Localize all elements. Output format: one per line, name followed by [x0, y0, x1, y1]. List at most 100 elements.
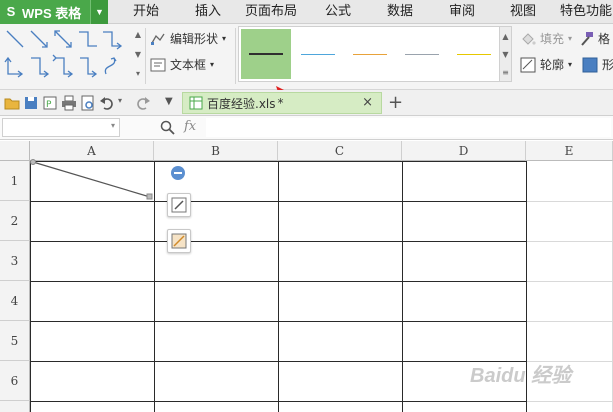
- fill-button[interactable]: 填充 ▾: [520, 30, 572, 47]
- row-header-6[interactable]: 6: [0, 361, 30, 401]
- format-painter-button[interactable]: 格: [578, 30, 610, 47]
- line-sample: [249, 53, 283, 55]
- row-header-5[interactable]: 5: [0, 321, 30, 361]
- open-folder-icon[interactable]: [4, 95, 20, 111]
- caret-up-icon[interactable]: ▲: [502, 32, 508, 41]
- line-style-swatch[interactable]: [449, 29, 499, 79]
- caret-up-icon[interactable]: ▲: [135, 30, 141, 39]
- dropdown-caret-icon: ▾: [568, 60, 573, 69]
- caret-down-icon[interactable]: ▼: [502, 50, 508, 59]
- column-header-e[interactable]: E: [526, 141, 613, 161]
- collapse-toolbar-icon[interactable]: [170, 165, 186, 181]
- name-box[interactable]: ▾: [2, 118, 120, 137]
- save-as-icon[interactable]: P: [42, 95, 58, 111]
- menu-bar: S WPS 表格 ▼ 开始 插入 页面布局 公式 数据 审阅 视图 特色功能: [0, 0, 613, 24]
- column-header-a[interactable]: A: [30, 141, 154, 161]
- row-header-7[interactable]: [0, 401, 30, 412]
- outline-pen-icon: [171, 197, 187, 213]
- close-tab-icon[interactable]: ×: [362, 95, 373, 110]
- line-style-swatch[interactable]: [293, 29, 343, 79]
- save-icon[interactable]: [23, 95, 39, 111]
- shape-outline-quick-button[interactable]: [167, 193, 191, 217]
- quick-access-dropdown-icon[interactable]: ▼: [165, 96, 173, 107]
- row-header-4[interactable]: 4: [0, 281, 30, 321]
- tab-file-name: 百度经验.xls: [207, 96, 276, 111]
- connector-gallery: [4, 28, 130, 80]
- zoom-search-icon[interactable]: [160, 120, 176, 136]
- select-all-corner[interactable]: [0, 141, 30, 161]
- formula-input[interactable]: [206, 118, 611, 137]
- diagonal-line-shape[interactable]: [30, 159, 158, 201]
- menu-insert[interactable]: 插入: [188, 0, 228, 24]
- undo-dropdown-icon[interactable]: ▾: [118, 96, 122, 105]
- table-border: [30, 281, 527, 282]
- menu-special-features[interactable]: 特色功能: [560, 0, 613, 24]
- baidu-watermark: Baidu 经验: [470, 365, 572, 387]
- edit-shape-icon: [150, 31, 166, 47]
- column-header-b[interactable]: B: [154, 141, 278, 161]
- elbow-connector-icon: [79, 31, 97, 47]
- menu-review[interactable]: 审阅: [442, 0, 482, 24]
- line-start-handle[interactable]: [30, 159, 36, 165]
- column-header-d[interactable]: D: [402, 141, 526, 161]
- line-style-swatch[interactable]: [345, 29, 395, 79]
- edit-shape-label: 编辑形状: [170, 32, 219, 46]
- gridline: [526, 281, 613, 282]
- print-preview-icon[interactable]: [80, 95, 96, 111]
- svg-text:P: P: [46, 100, 52, 110]
- connector-gallery-scroll[interactable]: ▲ ▼ ▾: [133, 30, 143, 78]
- menu-view[interactable]: 视图: [503, 0, 543, 24]
- more-icon[interactable]: ≡: [502, 68, 509, 77]
- format-label: 格: [598, 32, 611, 46]
- curved-double-arrow-icon: [80, 57, 98, 78]
- quick-access-bar: P ▾ ▼ 百度经验.xls * × +: [0, 90, 613, 116]
- menu-formulas[interactable]: 公式: [318, 0, 358, 24]
- print-icon[interactable]: [61, 95, 77, 111]
- dropdown-caret-icon: ▾: [222, 34, 227, 43]
- row-header-3[interactable]: 3: [0, 241, 30, 281]
- double-arrow-connector-icon: [54, 30, 72, 48]
- insert-function-button[interactable]: fx: [184, 119, 196, 134]
- line-style-swatch[interactable]: [241, 29, 291, 79]
- line-style-gallery-scroll[interactable]: ▲ ▼ ≡: [500, 26, 512, 82]
- row-header-2[interactable]: 2: [0, 201, 30, 241]
- menu-page-layout[interactable]: 页面布局: [240, 0, 302, 24]
- outline-icon: [520, 57, 536, 73]
- ribbon-toolbar: ▲ ▼ ▾ 编辑形状 ▾ 文本框 ▾ ▲ ▼ ≡ 填充 ▾ 格 轮廓 ▾ 形: [0, 24, 613, 127]
- table-border: [30, 321, 527, 322]
- menu-data[interactable]: 数据: [380, 0, 420, 24]
- name-box-dropdown-icon[interactable]: ▾: [111, 121, 115, 130]
- shape-style-quick-button[interactable]: [167, 229, 191, 253]
- line-style-swatch[interactable]: [397, 29, 447, 79]
- app-brand: WPS 表格: [22, 5, 82, 21]
- elbow-arrow-connector-icon: [103, 31, 123, 50]
- table-border: [402, 161, 403, 412]
- wps-app-menu-button[interactable]: S WPS 表格 ▼: [0, 0, 108, 24]
- undo-icon[interactable]: [99, 95, 115, 111]
- new-tab-button[interactable]: +: [388, 92, 403, 113]
- textbox-button[interactable]: 文本框 ▾: [150, 56, 214, 73]
- line-sample: [353, 53, 387, 55]
- row-header-1[interactable]: 1: [0, 161, 30, 201]
- dropdown-caret-icon: ▾: [568, 34, 573, 43]
- edit-shape-button[interactable]: 编辑形状 ▾: [150, 30, 226, 47]
- gridline: [526, 321, 613, 322]
- curved-connector-icon: [31, 57, 50, 78]
- table-border: [30, 201, 527, 202]
- curved-arrow-connector-icon: [52, 54, 74, 78]
- formula-bar: ▾ fx: [0, 116, 613, 140]
- line-end-handle[interactable]: [146, 193, 153, 200]
- shape-effects-button[interactable]: 形: [582, 56, 613, 73]
- more-icon[interactable]: ▾: [136, 69, 140, 78]
- redo-icon[interactable]: [135, 95, 151, 111]
- caret-down-icon[interactable]: ▼: [135, 50, 141, 59]
- spreadsheet-file-icon: [189, 96, 203, 110]
- shape-effects-icon: [582, 57, 598, 73]
- outline-button[interactable]: 轮廓 ▾: [520, 56, 572, 73]
- chevron-down-icon[interactable]: ▼: [90, 0, 108, 24]
- menu-home[interactable]: 开始: [126, 0, 166, 24]
- line-sample: [405, 53, 439, 55]
- column-header-c[interactable]: C: [278, 141, 402, 161]
- line-sample: [301, 53, 335, 55]
- tab-file-baidu-jingyan[interactable]: 百度经验.xls * ×: [182, 92, 382, 114]
